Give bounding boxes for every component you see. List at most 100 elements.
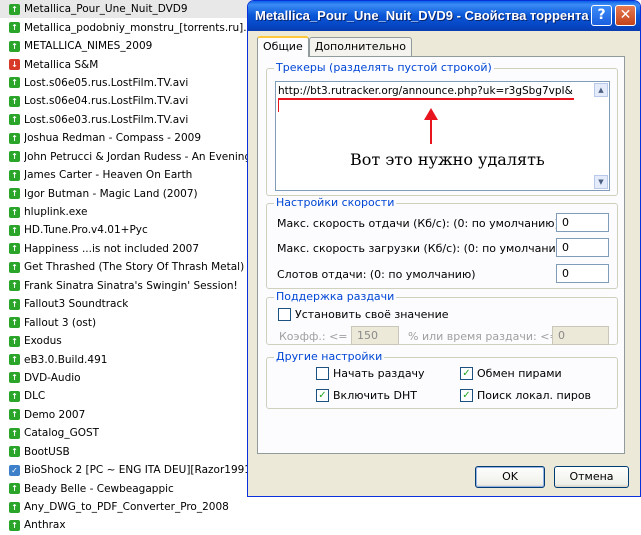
ok-button[interactable]: OK <box>475 466 545 488</box>
upload-arrow-icon: ↑ <box>9 483 20 495</box>
download-limit-input[interactable]: 0 <box>556 238 609 257</box>
upload-limit-input[interactable]: 0 <box>556 213 609 232</box>
upload-arrow-icon: ↑ <box>9 206 20 218</box>
torrent-name: John Petrucci & Jordan Rudess - An Eveni… <box>24 150 256 163</box>
upload-arrow-icon: ↑ <box>9 151 20 163</box>
upload-arrow-icon: ↑ <box>9 95 20 107</box>
torrent-row[interactable]: ↑ Lost.s06e03.rus.LostFilm.TV.avi <box>0 111 256 129</box>
tab-general[interactable]: Общие <box>257 36 309 57</box>
upload-slots-label: Слотов отдачи: (0: по умолчанию) <box>277 268 476 281</box>
dht-checkbox[interactable]: ✓ <box>316 389 329 402</box>
seed-time-label: % или время раздачи: <= <box>408 330 559 343</box>
torrent-row[interactable]: ↑ Fallout 3 (ost) <box>0 313 256 331</box>
peer-exchange-checkbox[interactable]: ✓ <box>460 367 473 380</box>
torrent-name: HD.Tune.Pro.v4.01+Рус <box>24 224 148 237</box>
trackers-caption: Трекеры (разделять пустой строкой) <box>274 61 494 74</box>
torrent-name: DVD-Audio <box>24 371 81 384</box>
upload-slots-input[interactable]: 0 <box>556 264 609 283</box>
torrent-row[interactable]: ↑ Get Thrashed (The Story Of Thrash Metal… <box>0 258 256 276</box>
torrent-name: DLC <box>24 390 46 403</box>
torrent-name: Beady Belle - Cewbeagappic <box>24 482 174 495</box>
torrent-row[interactable]: ↑ Happiness ...is not included 2007 <box>0 240 256 258</box>
torrent-row[interactable]: ↑ James Carter - Heaven On Earth <box>0 166 256 184</box>
upload-arrow-icon: ↑ <box>9 446 20 458</box>
torrent-name: Exodus <box>24 335 62 348</box>
tab-advanced[interactable]: Дополнительно <box>308 37 412 56</box>
torrent-name: Metallica_Pour_Une_Nuit_DVD9 <box>24 3 188 16</box>
upload-arrow-icon: ↑ <box>9 427 20 439</box>
torrent-row[interactable]: ↑ DVD-Audio <box>0 369 256 387</box>
torrent-row[interactable]: ↑ METALLICA_NIMES_2009 <box>0 37 256 55</box>
upload-arrow-icon: ↑ <box>9 77 20 89</box>
upload-arrow-icon: ↑ <box>9 169 20 181</box>
torrent-row[interactable]: ↑ HD.Tune.Pro.v4.01+Рус <box>0 221 256 239</box>
torrent-row[interactable]: ↓ Metallica S&M <box>0 55 256 73</box>
upload-arrow-icon: ↑ <box>9 298 20 310</box>
torrent-row[interactable]: ↑ eB3.0.Build.491 <box>0 350 256 368</box>
torrent-row[interactable]: ✓ BioShock 2 [PC ~ ENG ITA DEU][Razor1991… <box>0 461 256 479</box>
torrent-name: Any_DWG_to_PDF_Converter_Pro_2008 <box>24 501 229 514</box>
torrent-row[interactable]: ↑ Exodus <box>0 332 256 350</box>
scroll-up-arrow-icon[interactable]: ▲ <box>594 83 608 97</box>
torrent-name: METALLICA_NIMES_2009 <box>24 40 153 53</box>
speed-settings-group: Настройки скорости Макс. скорость отдачи… <box>266 196 618 289</box>
torrent-row[interactable]: ↑ John Petrucci & Jordan Rudess - An Even… <box>0 148 256 166</box>
torrent-row[interactable]: ↑ Metallica_Pour_Une_Nuit_DVD9 <box>0 0 256 19</box>
torrent-row[interactable]: ↑ Beady Belle - Cewbeagappic <box>0 479 256 497</box>
tab-strip: Общие Дополнительно <box>257 36 412 57</box>
start-seeding-checkbox[interactable] <box>316 367 329 380</box>
upload-arrow-icon: ↑ <box>9 188 20 200</box>
peer-exchange-label: Обмен пирами <box>477 367 562 380</box>
torrent-row[interactable]: ↑ Any_DWG_to_PDF_Converter_Pro_2008 <box>0 498 256 516</box>
torrent-name: eB3.0.Build.491 <box>24 353 108 366</box>
torrent-name: Fallout 3 (ost) <box>24 316 97 329</box>
torrent-row[interactable]: ↑ DLC <box>0 387 256 405</box>
torrent-name: BootUSB <box>24 445 70 458</box>
upload-arrow-icon: ↑ <box>9 261 20 273</box>
torrent-list: ↑ Metallica_Pour_Une_Nuit_DVD9 ↑ Metallica_… <box>0 0 256 531</box>
upload-arrow-icon: ↑ <box>9 317 20 329</box>
torrent-row[interactable]: ↑ Fallout3 Soundtrack <box>0 295 256 313</box>
download-arrow-icon: ↓ <box>9 59 20 71</box>
ratio-input[interactable]: 150 <box>351 326 399 345</box>
torrent-row[interactable]: ↑ BootUSB <box>0 443 256 461</box>
upload-arrow-icon: ↑ <box>9 22 20 34</box>
torrent-name: Joshua Redman - Compass - 2009 <box>24 132 202 145</box>
own-value-checkbox[interactable] <box>278 308 291 321</box>
local-peers-checkbox[interactable]: ✓ <box>460 389 473 402</box>
close-icon[interactable]: ✕ <box>615 5 636 26</box>
torrent-row[interactable]: ↑ Anthrax <box>0 516 256 534</box>
upload-limit-label: Макс. скорость отдачи (Кб/с): (0: по умо… <box>277 217 559 230</box>
general-tab-panel: Трекеры (разделять пустой строкой) http:… <box>257 56 625 454</box>
torrent-row[interactable]: ↑ hluplink.exe <box>0 203 256 221</box>
dialog-titlebar[interactable]: Metallica_Pour_Une_Nuit_DVD9 - Свойства … <box>248 1 640 31</box>
scroll-down-arrow-icon[interactable]: ▼ <box>594 175 608 189</box>
torrent-properties-dialog: Metallica_Pour_Une_Nuit_DVD9 - Свойства … <box>247 0 641 497</box>
torrent-row[interactable]: ↑ Lost.s06e04.rus.LostFilm.TV.avi <box>0 92 256 110</box>
torrent-row[interactable]: ↑ Igor Butman - Magic Land (2007) <box>0 184 256 202</box>
torrent-row[interactable]: ↑ Frank Sinatra Sinatra's Swingin' Sessio… <box>0 277 256 295</box>
other-caption: Другие настройки <box>274 350 385 363</box>
start-seeding-label: Начать раздачу <box>333 367 425 380</box>
torrent-name: James Carter - Heaven On Earth <box>24 169 193 182</box>
torrent-name: Happiness ...is not included 2007 <box>24 242 200 255</box>
annotation-text: Вот это нужно удалять <box>350 150 545 169</box>
upload-arrow-icon: ↑ <box>9 243 20 255</box>
local-peers-label: Поиск локал. пиров <box>477 389 592 402</box>
torrent-name: Igor Butman - Magic Land (2007) <box>24 187 198 200</box>
upload-arrow-icon: ↑ <box>9 114 20 126</box>
torrent-row[interactable]: ↑ Lost.s06e05.rus.LostFilm.TV.avi <box>0 74 256 92</box>
torrent-name: Lost.s06e03.rus.LostFilm.TV.avi <box>24 113 189 126</box>
cancel-button[interactable]: Отмена <box>554 466 629 488</box>
torrent-row[interactable]: ↑ Demo 2007 <box>0 406 256 424</box>
help-button[interactable]: ? <box>591 5 612 26</box>
torrent-row[interactable]: ↑ Metallica_podobniy_monstru_[torrents.ru… <box>0 18 256 36</box>
torrent-name: Fallout3 Soundtrack <box>24 298 129 311</box>
torrent-row[interactable]: ↑ Catalog_GOST <box>0 424 256 442</box>
upload-arrow-icon: ↑ <box>9 409 20 421</box>
own-value-label: Установить своё значение <box>295 308 449 321</box>
trackers-textarea[interactable]: http://bt3.rutracker.org/announce.php?uk… <box>275 81 610 191</box>
seed-time-input[interactable]: 0 <box>552 326 609 345</box>
torrent-row[interactable]: ↑ Joshua Redman - Compass - 2009 <box>0 129 256 147</box>
torrent-name: Get Thrashed (The Story Of Thrash Metal) <box>24 261 245 274</box>
